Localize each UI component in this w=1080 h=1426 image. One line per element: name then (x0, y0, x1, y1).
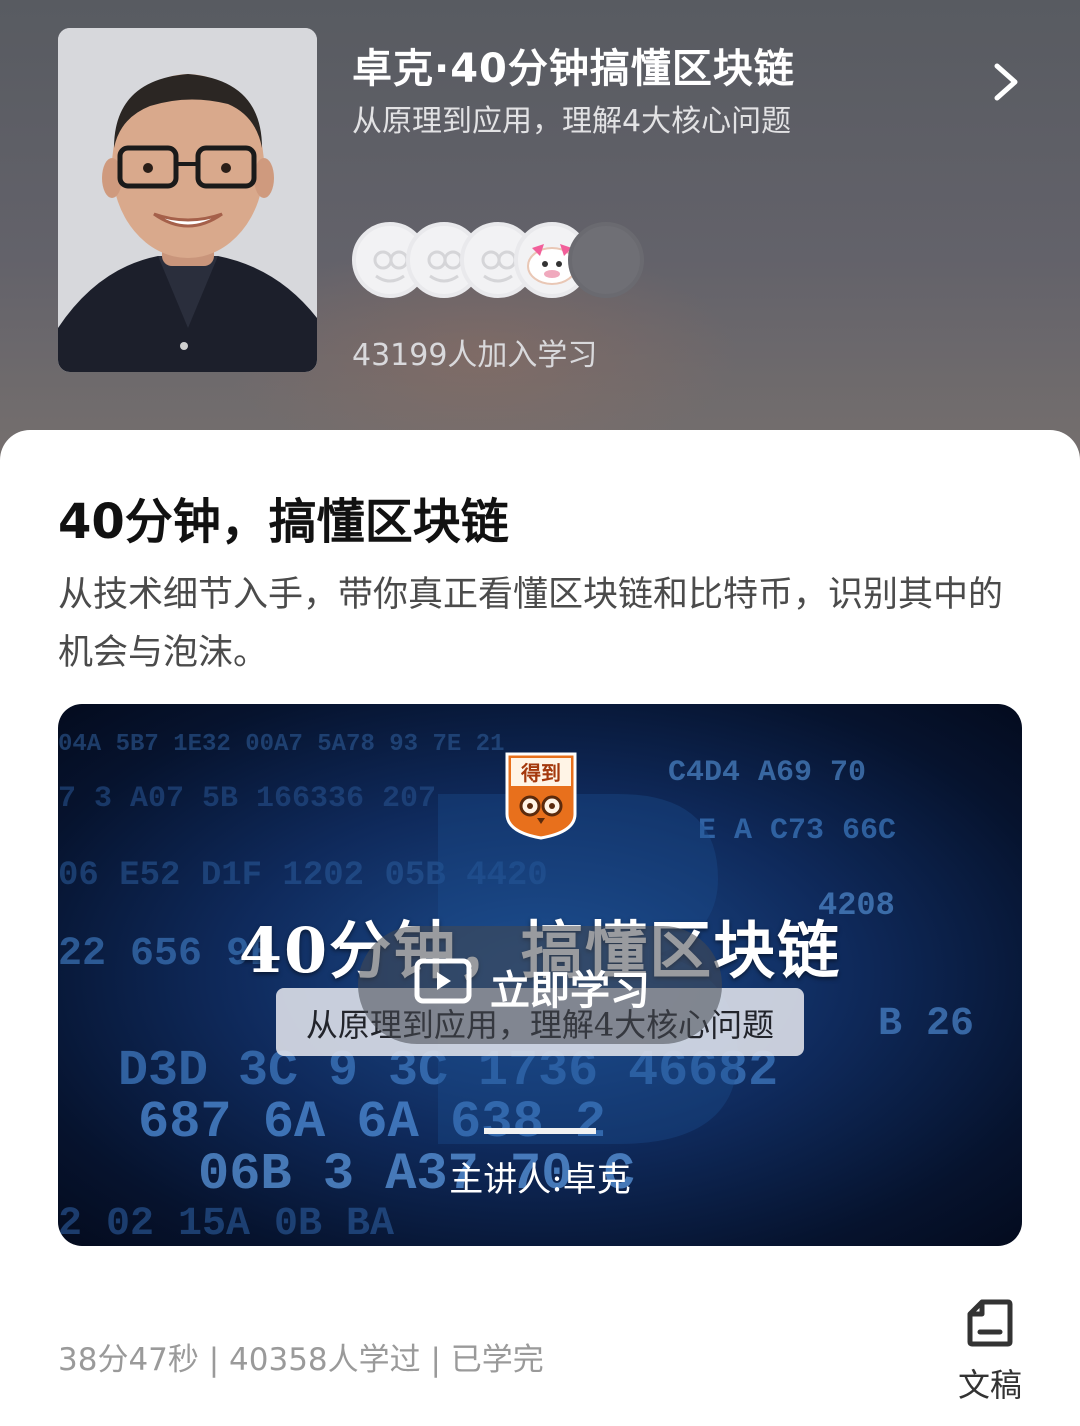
lesson-card: 40分钟，搞懂区块链 从技术细节入手，带你真正看懂区块链和比特币，识别其中的机会… (0, 430, 1080, 1426)
transcript-label[interactable]: 文稿 (950, 1360, 1030, 1406)
learner-avatars[interactable] (352, 222, 644, 300)
play-now-label[interactable]: 立即学习 (490, 958, 650, 1016)
lesson-meta: 38分47秒 | 40358人学过 | 已学完 (58, 1342, 544, 1378)
svg-text:B 26: B 26 (878, 1002, 974, 1047)
svg-text:2 02 15A 0B BA: 2 02 15A 0B BA (58, 1202, 394, 1246)
learner-count: 43199人加入学习 (352, 338, 598, 373)
video-divider (484, 1128, 596, 1134)
lesson-title: 40分钟，搞懂区块链 (58, 494, 509, 550)
more-avatars (568, 222, 644, 298)
course-header[interactable]: 卓克·40分钟搞懂区块链 从原理到应用，理解4大核心问题 43199人加入学习 (0, 0, 1080, 470)
course-title[interactable]: 卓克·40分钟搞懂区块链 (352, 36, 795, 94)
dedao-logo: 得到 (505, 752, 577, 840)
video-speaker: 主讲人:卓克 (449, 1160, 631, 1200)
svg-text:C4D4 A69 70: C4D4 A69 70 (668, 756, 866, 790)
video-player[interactable]: 04A 5B7 1E32 00A7 5A78 93 7E 21 C4D4 A69… (58, 704, 1022, 1246)
course-subtitle: 从原理到应用，理解4大核心问题 (352, 104, 792, 139)
logo-text: 得到 (520, 761, 561, 785)
document-icon[interactable] (966, 1298, 1014, 1348)
svg-text:04A 5B7 1E32 00A7 5A78 93 7E 2: 04A 5B7 1E32 00A7 5A78 93 7E 21 (58, 731, 504, 758)
chevron-right-icon[interactable] (985, 60, 1025, 104)
lesson-description: 从技术细节入手，带你真正看懂区块链和比特币，识别其中的机会与泡沫。 (58, 575, 1004, 673)
play-icon[interactable] (414, 958, 472, 1004)
svg-text:E A C73 66C: E A C73 66C (698, 814, 896, 848)
instructor-photo (58, 28, 317, 372)
transcript-button[interactable]: 文稿 (950, 1298, 1030, 1404)
svg-text:7 3 A07 5B 166336 207: 7 3 A07 5B 166336 207 (58, 782, 436, 816)
